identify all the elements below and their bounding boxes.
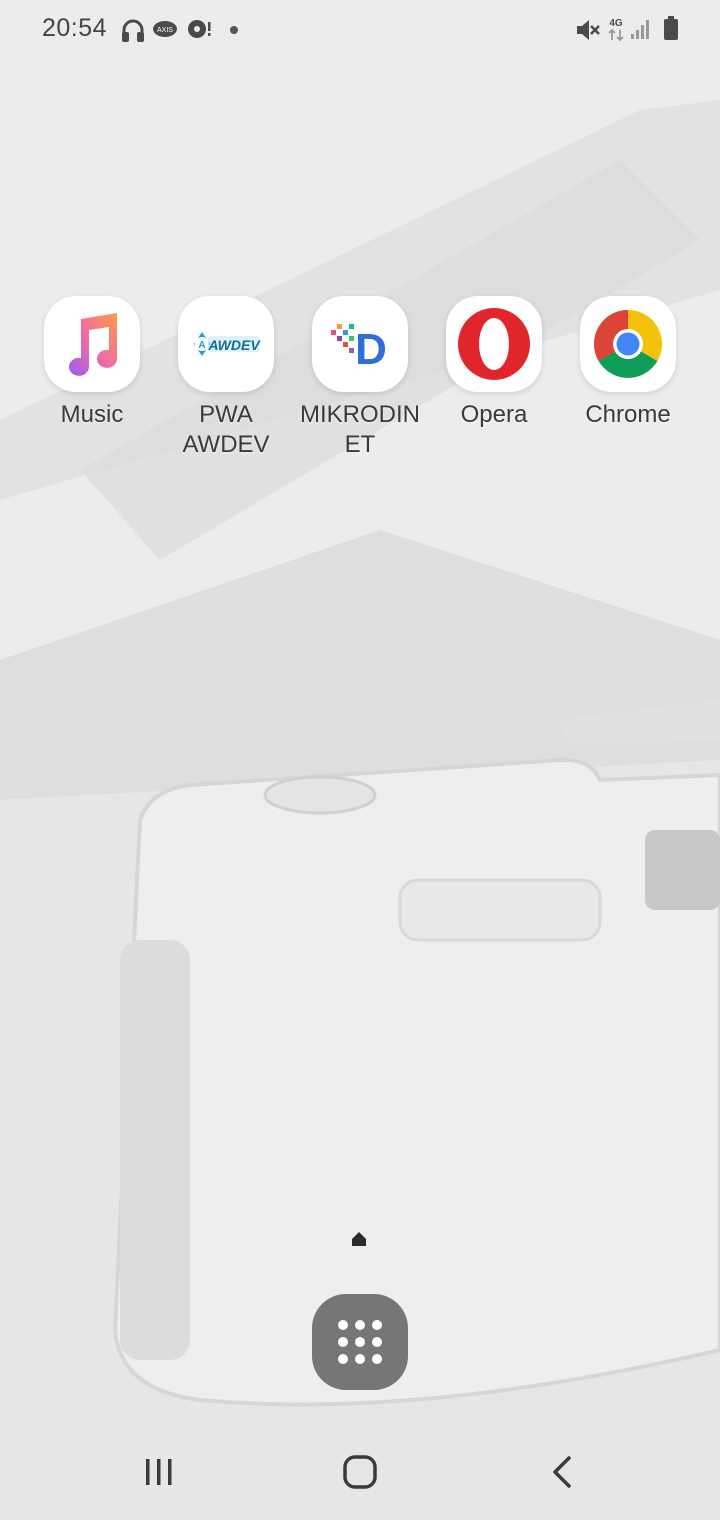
mute-icon [575, 18, 601, 47]
signal-icon [630, 18, 652, 45]
awdev-logo-icon[interactable]: A AWDEV [178, 296, 274, 392]
app-label: Music [60, 401, 124, 428]
carrier-axis-icon: AXIS [152, 20, 178, 45]
app-label: Chrome [585, 401, 671, 428]
chat-bubble-icon [186, 18, 212, 47]
home-page-indicator[interactable] [351, 1231, 367, 1252]
battery-icon [664, 16, 678, 45]
app-chrome[interactable]: Chrome [561, 296, 695, 430]
svg-text:AXIS: AXIS [157, 27, 173, 34]
back-button[interactable] [530, 1444, 594, 1500]
wallpaper [0, 0, 720, 1520]
network-4g-icon: 4G [606, 16, 626, 47]
app-pwa-awdev[interactable]: A AWDEV PWA AWDEV [159, 296, 293, 460]
app-label: MIKRODINET [300, 401, 420, 458]
recent-apps-button[interactable] [127, 1444, 191, 1500]
recent-apps-icon [146, 1459, 172, 1485]
app-drawer-button[interactable] [312, 1294, 408, 1390]
opera-icon[interactable] [446, 296, 542, 392]
music-note-icon[interactable] [44, 296, 140, 392]
app-mikrodinet[interactable]: D MIKRODINET [293, 296, 427, 460]
grid-dots-icon [338, 1320, 382, 1364]
svg-text:AWDEV: AWDEV [207, 337, 261, 353]
app-music[interactable]: Music [25, 296, 159, 430]
svg-text:D: D [355, 325, 387, 374]
headphones-icon [120, 16, 146, 49]
notification-dot [230, 26, 238, 34]
back-icon [553, 1456, 571, 1488]
navigation-bar [0, 1424, 720, 1520]
app-label: Opera [460, 401, 528, 428]
home-dot-icon [352, 1232, 366, 1246]
svg-text:4G: 4G [609, 18, 623, 29]
home-button[interactable] [328, 1444, 392, 1500]
home-icon [343, 1455, 377, 1489]
mikrodinet-logo-icon[interactable]: D [312, 296, 408, 392]
status-time: 20:54 [42, 14, 108, 42]
chrome-icon[interactable] [580, 296, 676, 392]
app-label: PWA AWDEV [182, 401, 270, 458]
status-bar: 20:54 AXIS 4G [0, 0, 720, 60]
svg-text:A: A [198, 340, 205, 351]
app-opera[interactable]: Opera [427, 296, 561, 430]
